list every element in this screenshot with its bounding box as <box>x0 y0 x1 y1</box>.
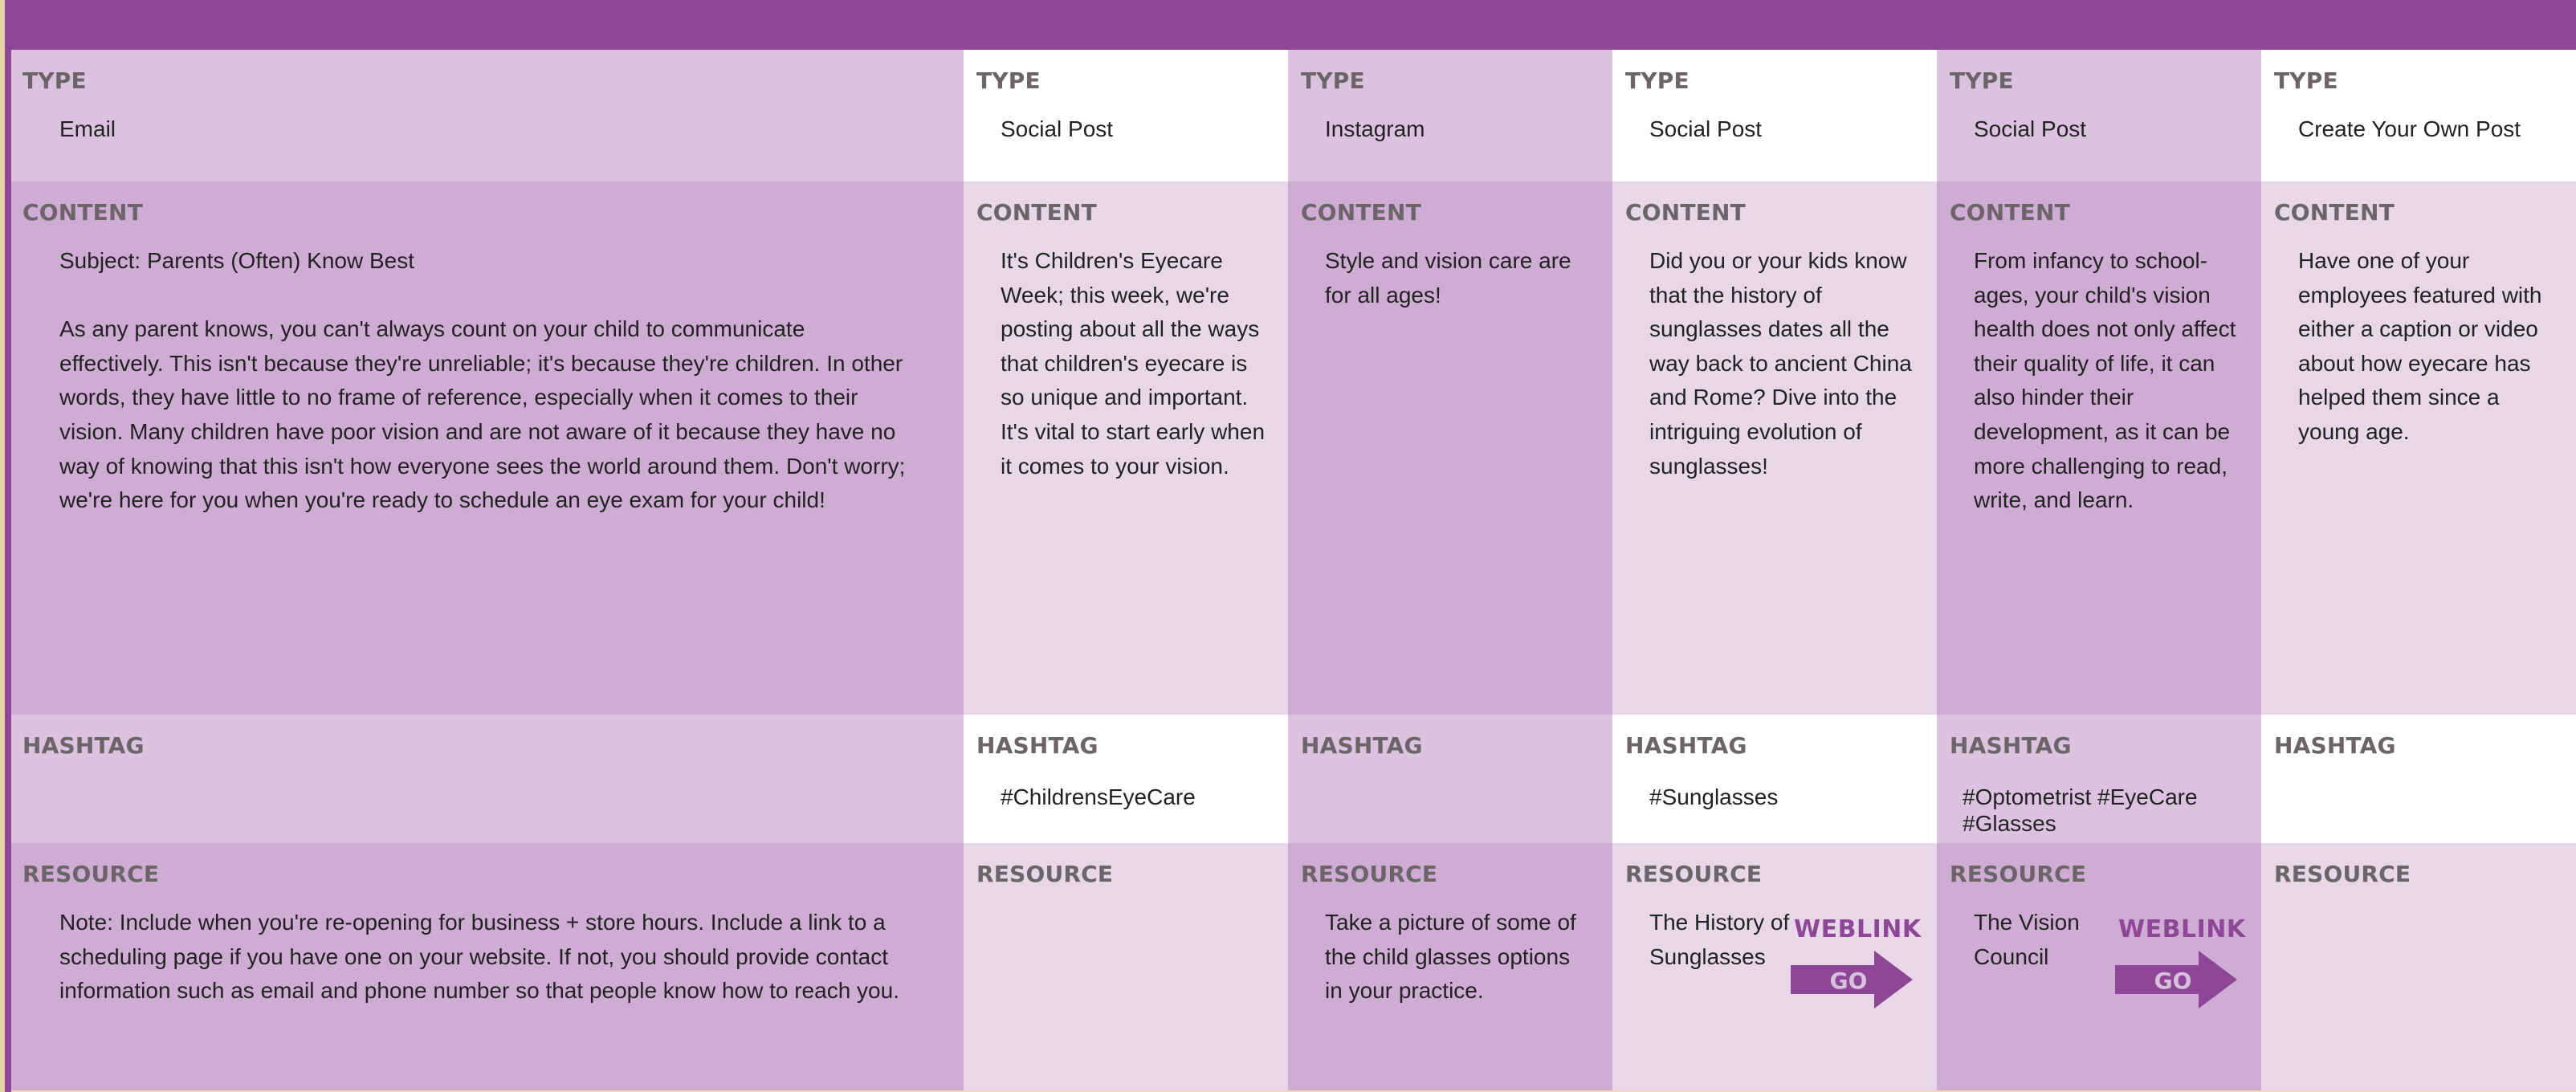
resource-text: The Vision Council <box>1974 910 2080 969</box>
type-value: Social Post <box>1974 116 2087 141</box>
content-label: CONTENT <box>976 199 1097 226</box>
hashtag-text: #Optometrist #EyeCare #Glasses <box>1963 784 2198 836</box>
weblink-go-button[interactable]: WEBLINK GO <box>2115 915 2245 1028</box>
resource-text: Note: Include when you're re-opening for… <box>59 910 899 1004</box>
resource-cell: RESOURCE <box>2261 843 2576 1090</box>
content-label: CONTENT <box>2274 199 2395 226</box>
content-cell: CONTENT Have one of your employees featu… <box>2261 181 2576 715</box>
content-text: From infancy to school-ages, your child'… <box>1974 248 2236 513</box>
type-cell: TYPE Create Your Own Post <box>2261 50 2576 181</box>
weblink-label: WEBLINK <box>1794 915 1922 943</box>
go-label: GO <box>2154 968 2192 994</box>
header-bar <box>0 0 2576 50</box>
weblink-label: WEBLINK <box>2118 915 2246 943</box>
resource-text: The History of Sunglasses <box>1649 910 1790 969</box>
content-label: CONTENT <box>22 199 143 226</box>
type-label: TYPE <box>22 67 87 94</box>
type-value: Instagram <box>1325 116 1425 141</box>
resource-label: RESOURCE <box>976 861 1114 887</box>
resource-cell: RESOURCE Note: Include when you're re-op… <box>11 843 964 1090</box>
resource-cell: RESOURCE <box>964 843 1288 1090</box>
hashtag-cell: HASHTAG <box>1288 715 1612 843</box>
type-cell: TYPE Email <box>11 50 964 181</box>
content-cell: CONTENT Style and vision care are for al… <box>1288 181 1612 715</box>
content-text: It's Children's Eyecare Week; this week,… <box>1001 248 1266 479</box>
hashtag-label: HASHTAG <box>976 732 1098 759</box>
hashtag-cell: HASHTAG #ChildrensEyeCare <box>964 715 1288 843</box>
resource-text: Take a picture of some of the child glas… <box>1325 910 1576 1004</box>
go-label: GO <box>1830 968 1868 994</box>
resource-label: RESOURCE <box>1950 861 2087 887</box>
weblink-go-button[interactable]: WEBLINK GO <box>1791 915 1922 1028</box>
content-cell: CONTENT From infancy to school-ages, you… <box>1937 181 2261 715</box>
content-text: Style and vision care are for all ages! <box>1325 248 1571 308</box>
hashtag-cell: HASHTAG #Sunglasses <box>1612 715 1937 843</box>
resource-cell: RESOURCE The Vision Council WEBLINK GO <box>1937 843 2261 1090</box>
hashtag-label: HASHTAG <box>2274 732 2396 759</box>
resource-label: RESOURCE <box>1625 861 1763 887</box>
content-text: Have one of your employees featured with… <box>2298 248 2542 444</box>
type-label: TYPE <box>1625 67 1689 94</box>
type-value: Social Post <box>1649 116 1763 141</box>
resource-label: RESOURCE <box>22 861 160 887</box>
content-label: CONTENT <box>1625 199 1746 226</box>
go-arrow-icon: GO <box>1791 951 1913 1008</box>
resource-label: RESOURCE <box>2274 861 2411 887</box>
content-cell: CONTENT Did you or your kids know that t… <box>1612 181 1937 715</box>
type-value: Create Your Own Post <box>2298 116 2521 141</box>
type-cell: TYPE Instagram <box>1288 50 1612 181</box>
go-arrow-icon: GO <box>2115 951 2237 1008</box>
hashtag-label: HASHTAG <box>1625 732 1747 759</box>
hashtag-label: HASHTAG <box>22 732 145 759</box>
resource-label: RESOURCE <box>1301 861 1438 887</box>
type-cell: TYPE Social Post <box>1612 50 1937 181</box>
content-label: CONTENT <box>1301 199 1421 226</box>
hashtag-label: HASHTAG <box>1301 732 1423 759</box>
type-label: TYPE <box>1950 67 2014 94</box>
left-edge-bar <box>0 0 11 1092</box>
type-cell: TYPE Social Post <box>1937 50 2261 181</box>
resource-cell: RESOURCE The History of Sunglasses WEBLI… <box>1612 843 1937 1090</box>
hashtag-cell: HASHTAG #Optometrist #EyeCare #Glasses <box>1937 715 2261 843</box>
resource-cell: RESOURCE Take a picture of some of the c… <box>1288 843 1612 1090</box>
hashtag-cell: HASHTAG <box>2261 715 2576 843</box>
hashtag-text: #ChildrensEyeCare <box>1001 784 1196 809</box>
content-cell: CONTENT It's Children's Eyecare Week; th… <box>964 181 1288 715</box>
type-value: Social Post <box>1001 116 1114 141</box>
content-text: Subject: Parents (Often) Know Best As an… <box>59 248 906 513</box>
content-calendar-grid: TYPE Email TYPE Social Post TYPE Instagr… <box>11 50 2576 1090</box>
content-label: CONTENT <box>1950 199 2070 226</box>
type-value: Email <box>59 116 116 141</box>
content-cell: CONTENT Subject: Parents (Often) Know Be… <box>11 181 964 715</box>
type-label: TYPE <box>976 67 1041 94</box>
hashtag-text: #Sunglasses <box>1649 784 1779 809</box>
type-cell: TYPE Social Post <box>964 50 1288 181</box>
hashtag-cell: HASHTAG <box>11 715 964 843</box>
hashtag-label: HASHTAG <box>1950 732 2072 759</box>
type-label: TYPE <box>1301 67 1365 94</box>
content-text: Did you or your kids know that the histo… <box>1649 248 1912 479</box>
type-label: TYPE <box>2274 67 2338 94</box>
